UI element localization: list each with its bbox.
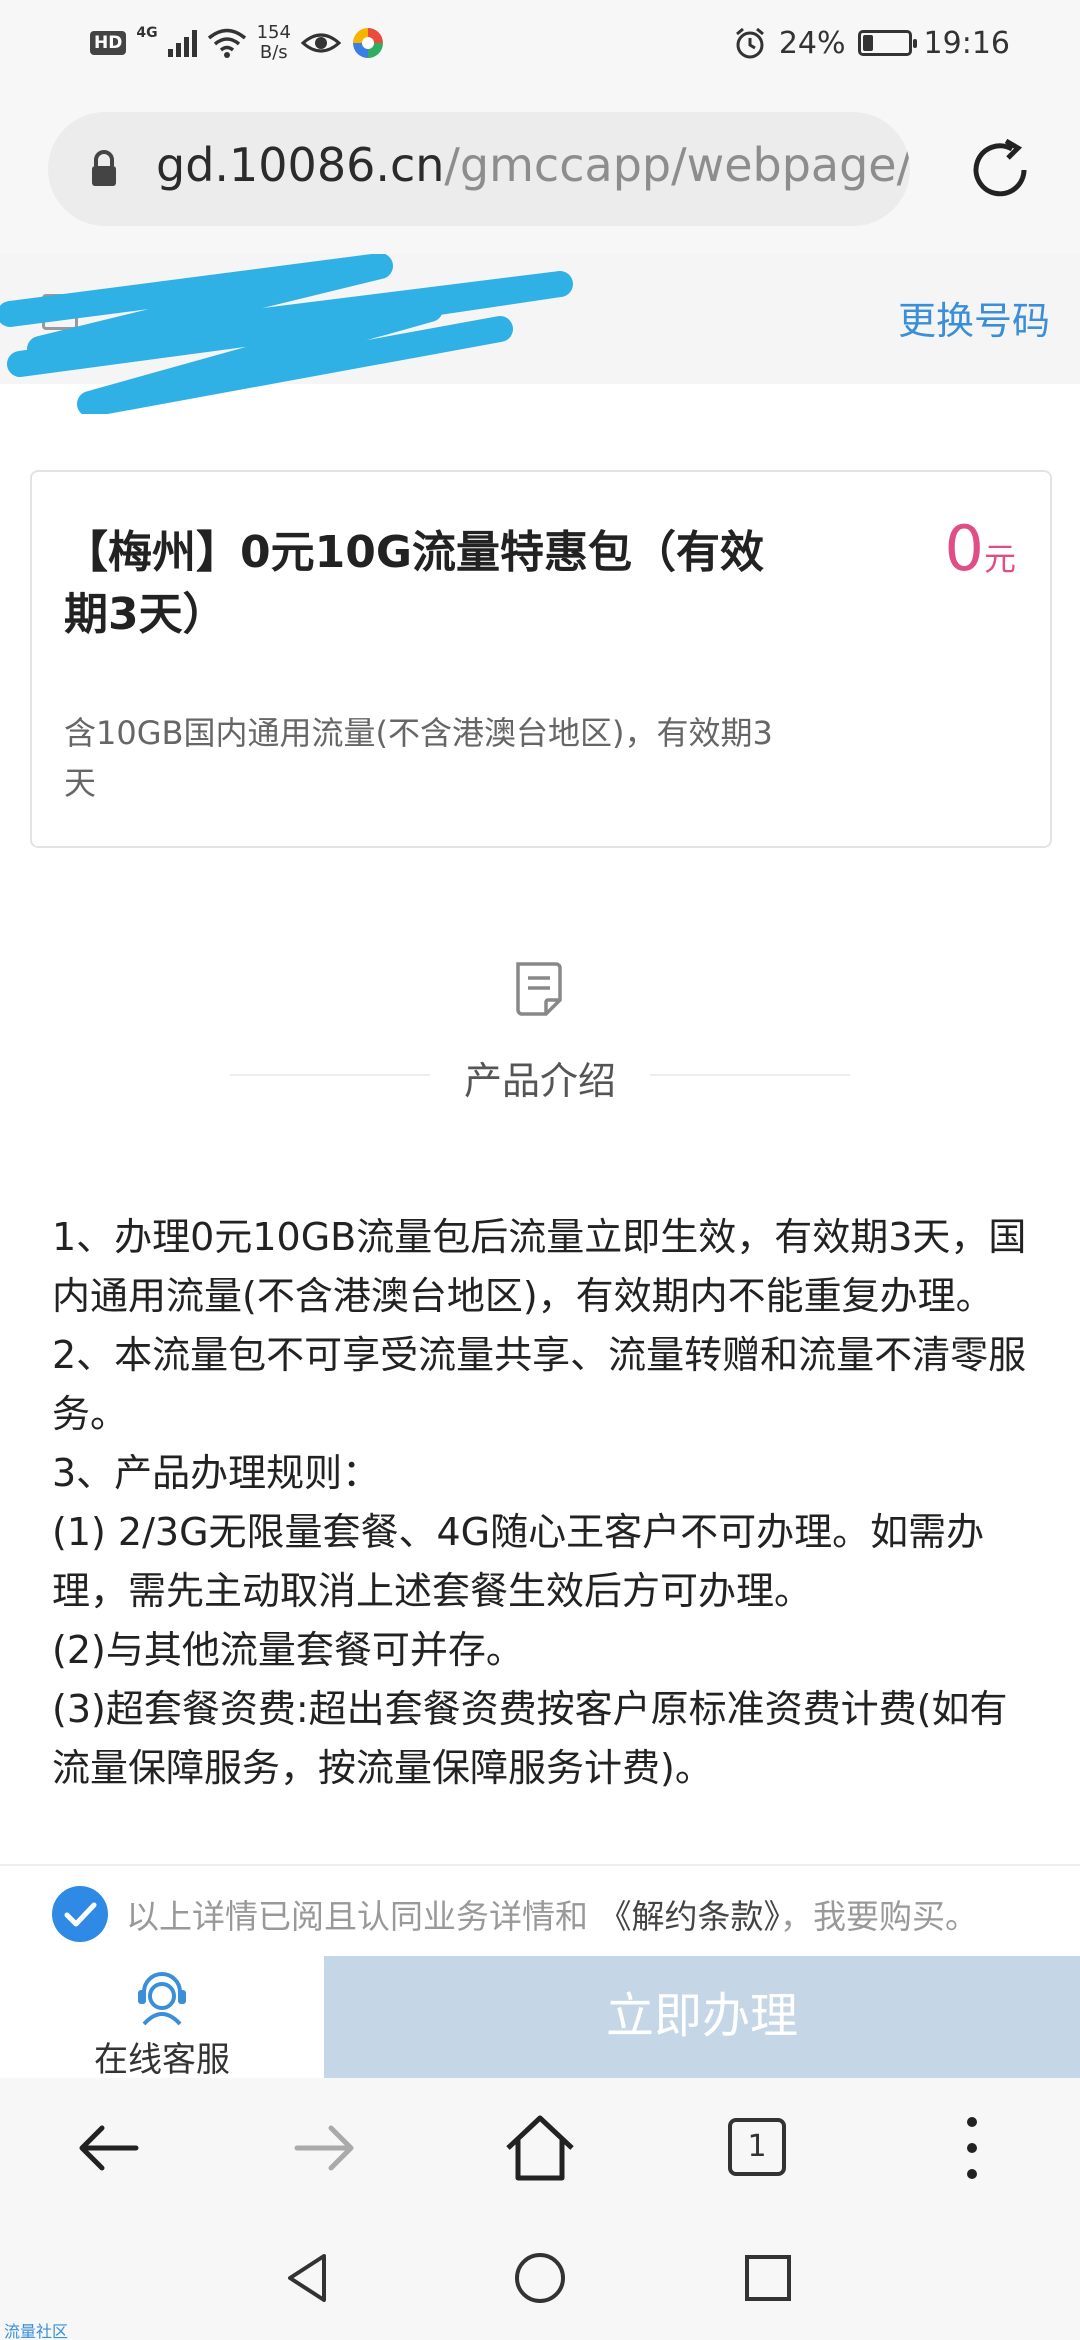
battery-percent: 24% [778, 25, 846, 61]
price-unit: 元 [983, 540, 1016, 578]
detail-item: (3)超套餐资费:超出套餐资费按客户原标准资费计费(如有流量保障服务，按流量保障… [52, 1687, 1008, 1790]
battery-icon [857, 30, 917, 56]
account-bar: 更换号码 [0, 254, 1080, 414]
online-service-button[interactable]: 在线客服 [0, 1956, 324, 2080]
battery-level [862, 35, 874, 51]
status-left: HD 4G 154 B/s [90, 18, 385, 68]
change-number-link[interactable]: 更换号码 [898, 290, 1050, 345]
url-domain: gd.10086.cn [156, 138, 445, 192]
document-icon [516, 962, 562, 1016]
url-text[interactable]: gd.10086.cn/gmccapp/webpage/s [156, 138, 910, 192]
agreement-text: 以上详情已阅且认同业务详情和 《解约条款》，我要购买。 [126, 1890, 978, 1938]
agreement-suffix: ，我要购买。 [780, 1897, 978, 1936]
signal-icon [167, 29, 197, 57]
reload-icon[interactable] [960, 130, 1040, 210]
wifi-icon [207, 28, 246, 58]
agreement-row: 以上详情已阅且认同业务详情和 《解约条款》，我要购买。 [0, 1864, 1080, 1954]
detail-item: (1) 2/3G无限量套餐、4G随心王客户不可办理。如需办理，需先主动取消上述套… [52, 1510, 985, 1613]
detail-item: (2)与其他流量套餐可并存。 [52, 1628, 524, 1672]
system-home-icon[interactable] [510, 2248, 570, 2308]
more-menu-icon[interactable] [932, 2108, 1012, 2188]
url-bar[interactable]: gd.10086.cn/gmccapp/webpage/s [48, 112, 910, 226]
submit-button[interactable]: 立即办理 [324, 1956, 1080, 2078]
forward-arrow-icon[interactable] [285, 2108, 365, 2188]
detail-item: 3、产品办理规则： [52, 1451, 381, 1495]
agreement-checkbox[interactable] [52, 1886, 108, 1942]
eye-icon [300, 33, 341, 53]
speed-value: 154 [256, 22, 291, 43]
customer-service-icon [138, 1972, 186, 2026]
system-back-icon[interactable] [278, 2248, 338, 2308]
product-details: 1、办理0元10GB流量包后流量立即生效，有效期3天，国内通用流量(不含港澳台地… [52, 1208, 1042, 1798]
url-path: /gmccapp/webpage/s [444, 138, 910, 192]
system-nav [0, 2218, 1080, 2340]
network-type: 4G [136, 25, 158, 41]
status-bar: HD 4G 154 B/s 24% 19:16 [0, 0, 1080, 84]
speed-unit: B/s [259, 42, 288, 63]
app-notification-icon [352, 28, 383, 58]
back-arrow-icon[interactable] [68, 2108, 148, 2188]
check-icon [64, 1902, 97, 1927]
product-description: 含10GB国内通用流量(不含港澳台地区)，有效期3天 [64, 714, 773, 802]
detail-item: 1、办理0元10GB流量包后流量立即生效，有效期3天，国内通用流量(不含港澳台地… [52, 1215, 1027, 1318]
alarm-icon [735, 27, 764, 59]
browser-toolbar: gd.10086.cn/gmccapp/webpage/s [0, 84, 1080, 254]
tabs-button[interactable]: 1 [728, 2118, 786, 2176]
hd-badge: HD [90, 31, 127, 55]
product-title: 【梅州】0元10G流量特惠包（有效期3天） [64, 527, 764, 640]
product-card: 【梅州】0元10G流量特惠包（有效期3天） 0元 含10GB国内通用流量(不含港… [30, 470, 1052, 848]
redaction-scribble [0, 254, 573, 414]
detail-item: 2、本流量包不可享受流量共享、流量转赠和流量不清零服务。 [52, 1333, 1027, 1436]
home-icon[interactable] [500, 2108, 580, 2188]
clock: 19:16 [923, 25, 1010, 61]
browser-nav: 1 [0, 2078, 1080, 2218]
online-service-label: 在线客服 [94, 2040, 230, 2080]
lock-icon [92, 150, 116, 186]
price-value: 0 [944, 512, 984, 585]
watermark: 流量社区 [4, 2322, 69, 2340]
section-title: 产品介绍 [463, 1059, 616, 1103]
status-right: 24% 19:16 [733, 18, 1010, 68]
terms-link[interactable]: 《解约条款》 [599, 1897, 781, 1936]
system-recents-icon[interactable] [738, 2248, 798, 2308]
network-speed: 154 B/s [257, 23, 291, 63]
product-price: 0元 [945, 512, 1016, 585]
agreement-prefix: 以上详情已阅且认同业务详情和 [126, 1897, 588, 1936]
